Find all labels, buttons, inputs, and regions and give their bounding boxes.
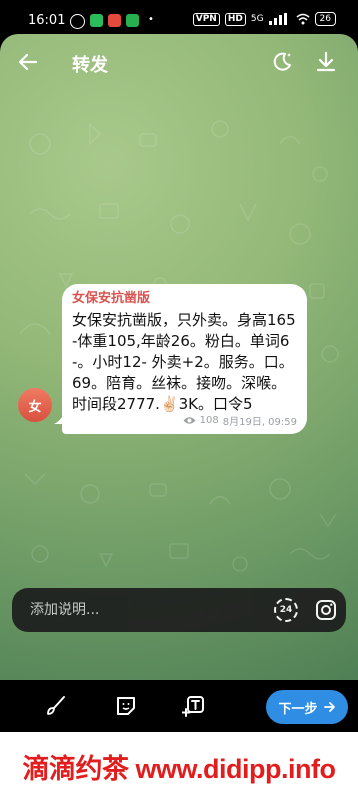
message-date: 8月19日, 09:59 — [222, 417, 297, 428]
wechat-icon — [70, 14, 85, 29]
battery-indicator: 26 — [314, 12, 336, 26]
avatar: 女 — [18, 388, 52, 422]
next-button-label: 下一步 — [278, 701, 318, 717]
self-destruct-timer-button[interactable]: 24 — [274, 598, 298, 622]
back-arrow-icon[interactable] — [16, 50, 40, 74]
instagram-icon[interactable] — [314, 598, 338, 622]
vpn-badge: VPN — [192, 12, 220, 26]
hd-badge: HD — [224, 12, 246, 26]
message-sender: 女保安抗凿版 — [72, 291, 151, 306]
phone-app-icon — [90, 14, 103, 27]
next-button[interactable]: 下一步 — [266, 690, 348, 724]
status-time: 16:01 — [28, 13, 66, 28]
page-title: 转发 — [72, 55, 108, 76]
avatar-initial: 女 — [28, 399, 42, 415]
wifi-icon — [296, 13, 310, 25]
red-app-icon — [108, 14, 121, 27]
green-app-icon — [126, 14, 139, 27]
caption-input[interactable] — [30, 600, 270, 620]
message-bubble: 女保安抗凿版 女保安抗凿版，只外卖。身高165-体重105,年龄26。粉白。单词… — [62, 284, 307, 434]
signal-label: 5G — [250, 14, 264, 24]
notification-icons: • — [70, 14, 154, 29]
top-bar: 转发 — [0, 34, 358, 94]
watermark-text: 滴滴约茶 www.didipp.info — [22, 753, 336, 784]
views-eye-icon — [183, 417, 196, 424]
night-mode-icon[interactable] — [270, 50, 294, 74]
signal-icon — [268, 13, 287, 25]
view-count: 108 — [199, 415, 219, 426]
caption-bar: 24 — [12, 588, 346, 632]
brush-icon[interactable] — [44, 694, 68, 718]
download-icon[interactable] — [314, 50, 338, 74]
status-indicators: VPN HD 5G 26 — [192, 12, 336, 26]
editor-toolbar: 下一步 — [0, 680, 358, 732]
message-meta: 108 8月19日, 09:59 — [72, 413, 297, 428]
sticker-icon[interactable] — [114, 694, 138, 718]
chat-preview: 转发 女 女保安抗凿版 女保安抗凿版，只外卖。身高165-体重105,年龄26。… — [0, 34, 358, 680]
add-text-icon[interactable] — [182, 694, 206, 718]
timer-label: 24 — [279, 605, 293, 615]
more-dot-icon: • — [148, 14, 154, 25]
arrow-right-icon — [323, 702, 335, 712]
message-text: 女保安抗凿版，只外卖。身高165-体重105,年龄26。粉白。单词6-。小时12… — [72, 311, 296, 413]
watermark-banner: 滴滴约茶 www.didipp.info — [0, 732, 358, 800]
